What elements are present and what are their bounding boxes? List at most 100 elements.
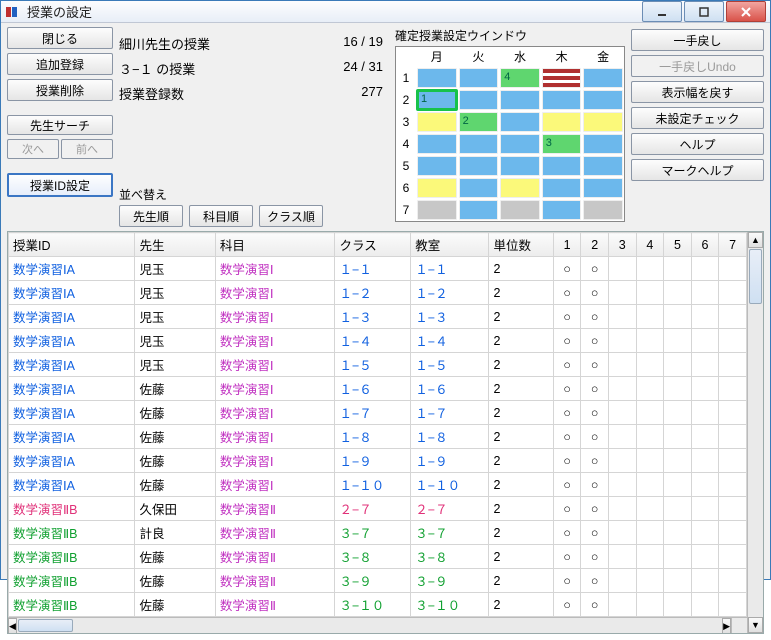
mark-cell[interactable] bbox=[608, 521, 636, 545]
timetable-cell[interactable] bbox=[542, 90, 582, 110]
timetable-cell[interactable] bbox=[583, 90, 623, 110]
mark-cell[interactable] bbox=[664, 257, 692, 281]
mark-help-button[interactable]: マークヘルプ bbox=[631, 159, 764, 181]
mark-cell[interactable] bbox=[608, 473, 636, 497]
mark-cell[interactable] bbox=[636, 329, 664, 353]
mark-cell[interactable]: ○ bbox=[553, 593, 581, 617]
mark-cell[interactable] bbox=[636, 569, 664, 593]
mark-cell[interactable]: ○ bbox=[553, 329, 581, 353]
v-scrollbar[interactable]: ▲ ▼ bbox=[747, 232, 763, 633]
mark-cell[interactable] bbox=[664, 449, 692, 473]
mark-cell[interactable] bbox=[636, 497, 664, 521]
mark-cell[interactable] bbox=[691, 257, 719, 281]
check-unset-button[interactable]: 未設定チェック bbox=[631, 107, 764, 129]
mark-cell[interactable]: ○ bbox=[553, 521, 581, 545]
mark-cell[interactable] bbox=[636, 257, 664, 281]
scroll-left-icon[interactable]: ◀ bbox=[8, 618, 17, 633]
mark-cell[interactable] bbox=[664, 425, 692, 449]
maximize-button[interactable] bbox=[684, 1, 724, 22]
col-header[interactable]: 2 bbox=[581, 233, 609, 257]
mark-cell[interactable]: ○ bbox=[553, 449, 581, 473]
mark-cell[interactable]: ○ bbox=[553, 545, 581, 569]
mark-cell[interactable]: ○ bbox=[581, 353, 609, 377]
col-header[interactable]: 1 bbox=[553, 233, 581, 257]
mark-cell[interactable]: ○ bbox=[581, 329, 609, 353]
mark-cell[interactable] bbox=[719, 353, 747, 377]
timetable-cell[interactable] bbox=[417, 156, 457, 176]
mark-cell[interactable] bbox=[608, 377, 636, 401]
mark-cell[interactable]: ○ bbox=[581, 449, 609, 473]
scroll-up-icon[interactable]: ▲ bbox=[748, 232, 763, 248]
mark-cell[interactable] bbox=[691, 545, 719, 569]
timetable-cell[interactable] bbox=[542, 68, 582, 88]
teacher-search-button[interactable]: 先生サーチ bbox=[7, 115, 113, 135]
mark-cell[interactable] bbox=[691, 329, 719, 353]
mark-cell[interactable] bbox=[719, 425, 747, 449]
reset-width-button[interactable]: 表示幅を戻す bbox=[631, 81, 764, 103]
mark-cell[interactable] bbox=[719, 521, 747, 545]
timetable-cell[interactable] bbox=[500, 156, 540, 176]
help-button[interactable]: ヘルプ bbox=[631, 133, 764, 155]
mark-cell[interactable] bbox=[691, 281, 719, 305]
timetable-cell[interactable] bbox=[542, 200, 582, 220]
mark-cell[interactable] bbox=[719, 377, 747, 401]
mark-cell[interactable] bbox=[664, 569, 692, 593]
mark-cell[interactable] bbox=[608, 257, 636, 281]
sort-teacher-button[interactable]: 先生順 bbox=[119, 205, 183, 227]
mark-cell[interactable] bbox=[636, 401, 664, 425]
timetable-cell[interactable] bbox=[583, 156, 623, 176]
mark-cell[interactable] bbox=[719, 449, 747, 473]
timetable-cell[interactable] bbox=[583, 112, 623, 132]
mark-cell[interactable] bbox=[691, 305, 719, 329]
mark-cell[interactable] bbox=[664, 377, 692, 401]
mark-cell[interactable] bbox=[636, 521, 664, 545]
minimize-button[interactable] bbox=[642, 1, 682, 22]
table-row[interactable]: 数学演習ⅠA児玉数学演習Ⅰ１−１１−１2○○ bbox=[9, 257, 747, 281]
mark-cell[interactable]: ○ bbox=[553, 401, 581, 425]
mark-cell[interactable] bbox=[691, 569, 719, 593]
mark-cell[interactable]: ○ bbox=[581, 305, 609, 329]
table-row[interactable]: 数学演習ⅠA佐藤数学演習Ⅰ１−６１−６2○○ bbox=[9, 377, 747, 401]
mark-cell[interactable] bbox=[636, 449, 664, 473]
mark-cell[interactable] bbox=[719, 545, 747, 569]
sort-class-button[interactable]: クラス順 bbox=[259, 205, 323, 227]
mark-cell[interactable]: ○ bbox=[553, 281, 581, 305]
id-setting-button[interactable]: 授業ID設定 bbox=[7, 173, 113, 197]
add-button[interactable]: 追加登録 bbox=[7, 53, 113, 75]
mark-cell[interactable]: ○ bbox=[581, 473, 609, 497]
mark-cell[interactable]: ○ bbox=[553, 497, 581, 521]
timetable-cell[interactable] bbox=[417, 178, 457, 198]
timetable-cell[interactable]: 3 bbox=[542, 134, 582, 154]
undo-button[interactable]: 一手戻し bbox=[631, 29, 764, 51]
table-row[interactable]: 数学演習ⅡB佐藤数学演習Ⅱ３−９３−９2○○ bbox=[9, 569, 747, 593]
mark-cell[interactable] bbox=[636, 353, 664, 377]
mark-cell[interactable] bbox=[719, 593, 747, 617]
timetable-cell[interactable] bbox=[459, 156, 499, 176]
table-row[interactable]: 数学演習ⅠA児玉数学演習Ⅰ１−３１−３2○○ bbox=[9, 305, 747, 329]
table-row[interactable]: 数学演習ⅡB久保田数学演習Ⅱ２−７２−７2○○ bbox=[9, 497, 747, 521]
titlebar[interactable]: 授業の設定 bbox=[1, 1, 770, 23]
mark-cell[interactable] bbox=[664, 545, 692, 569]
mark-cell[interactable] bbox=[664, 353, 692, 377]
mark-cell[interactable]: ○ bbox=[553, 377, 581, 401]
table-row[interactable]: 数学演習ⅠA佐藤数学演習Ⅰ１−１０１−１０2○○ bbox=[9, 473, 747, 497]
col-header[interactable]: 5 bbox=[664, 233, 692, 257]
mark-cell[interactable] bbox=[636, 425, 664, 449]
mark-cell[interactable] bbox=[636, 473, 664, 497]
table-row[interactable]: 数学演習ⅠA佐藤数学演習Ⅰ１−７１−７2○○ bbox=[9, 401, 747, 425]
timetable-cell[interactable] bbox=[583, 134, 623, 154]
mark-cell[interactable] bbox=[719, 329, 747, 353]
mark-cell[interactable] bbox=[608, 401, 636, 425]
timetable-cell[interactable] bbox=[500, 112, 540, 132]
col-header[interactable]: 教室 bbox=[411, 233, 489, 257]
mark-cell[interactable]: ○ bbox=[581, 281, 609, 305]
mark-cell[interactable] bbox=[608, 353, 636, 377]
mark-cell[interactable] bbox=[636, 305, 664, 329]
close-window-button[interactable] bbox=[726, 1, 766, 22]
col-header[interactable]: 7 bbox=[719, 233, 747, 257]
mark-cell[interactable] bbox=[664, 281, 692, 305]
mark-cell[interactable] bbox=[691, 473, 719, 497]
col-header[interactable]: クラス bbox=[335, 233, 411, 257]
mark-cell[interactable] bbox=[608, 545, 636, 569]
mark-cell[interactable] bbox=[608, 593, 636, 617]
